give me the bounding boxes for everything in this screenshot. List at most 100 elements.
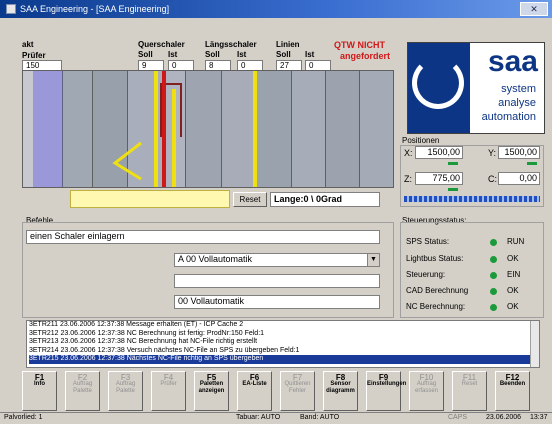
warning-line1: QTW NICHT [334,40,385,50]
querschaler-label: Querschaler [138,40,185,49]
fkey-f9[interactable]: F9 Einstellungen [366,371,406,411]
y-label: Y: [488,148,497,158]
quer-soll-label: Soll [138,50,153,59]
y-indicator [527,162,537,165]
fkey-label: Auftrag erfassen [414,381,438,394]
yellow-rail-left [172,89,176,187]
log-line: 3ETR211 23.06.2006 12:37:38 Message erha… [29,321,244,328]
mode-select-value: A 00 Vollautomatik [178,254,253,264]
status-row-cad: CAD Berechnung OK [406,286,519,295]
statusbar-time: 13:37 [530,414,548,421]
triangle-marker-icon [112,141,142,181]
fkey-f8[interactable]: F8 Sensor diagramm [323,371,358,411]
fkey-f7[interactable]: F7 Quittieren Fehler [280,371,315,411]
status-bar: Palvorlied: 1 Tabuar: AUTO Band: AUTO CA… [0,412,552,424]
fkey-label: Reset [461,381,478,387]
log-line: 3ETR215 23.06.2006 12:37:38 Nächstes NC-… [29,355,539,364]
z-position: 775,00 [415,172,463,185]
fkey-f1[interactable]: F1 Info [22,371,57,411]
mode-select[interactable]: A 00 Vollautomatik ▼ [174,253,380,267]
machine-view [22,70,394,188]
statusbar-date: 23.06.2006 [486,414,522,421]
status-row-lightbus: Lightbus Status: OK [406,254,519,263]
chevron-down-icon[interactable]: ▼ [367,254,379,266]
x-label: X: [404,148,413,158]
fkey-label: Sensor diagramm [326,381,355,394]
laengsschaler-label: Längsschaler [205,40,257,49]
log-line: 3ETR213 23.06.2006 12:37:38 NC Berechnun… [29,338,258,345]
status-led-icon [490,272,497,279]
app-icon [6,4,16,14]
status-led-icon [490,304,497,311]
fkey-number: F6 [249,373,260,382]
log-line: 3ETR212 23.06.2006 12:37:38 NC Berechnun… [29,329,265,337]
c-position: 0,00 [498,172,540,185]
akt-label: akt [22,40,34,49]
red-rail [162,71,166,187]
fkey-label: Info [34,381,45,387]
y-position: 1500,00 [498,146,540,159]
x-position: 1500,00 [415,146,463,159]
position-progress [404,196,540,202]
fkey-label: Auftrag Palette [115,381,136,394]
pruefer-station [33,71,63,187]
pruefer-label: Prüfer [22,51,46,60]
fkey-f6[interactable]: F6 EA-Liste [237,371,272,411]
fkey-f4[interactable]: F4 Prüfer [151,371,186,411]
reset-button[interactable]: Reset [233,192,267,207]
linien-soll-label: Soll [276,50,291,59]
logo-line2: analyse [498,97,536,109]
length-display: Lange:0 \ 0Grad [270,192,380,207]
command-input[interactable]: einen Schaler einlagern [26,230,380,244]
statusbar-caps: CAPS [448,414,468,421]
quer-ist-label: Ist [168,50,178,59]
fkey-f11[interactable]: F11 Reset [452,371,487,411]
fkey-number: F9 [378,373,389,382]
fkey-label: Auftrag Palette [72,381,93,394]
mode-text: 00 Vollautomatik [174,295,380,309]
linien-label: Linien [276,40,300,49]
status-led-icon [490,239,497,246]
fkey-f3[interactable]: F3 Auftrag Palette [108,371,143,411]
fkey-number: F4 [163,373,174,382]
fkey-number: F2 [77,373,88,382]
yellow-track [70,190,230,208]
log-line: 3ETR214 23.06.2006 12:37:38 Versuch näch… [29,346,300,354]
statusbar-tabuar: Tabuar: AUTO [236,414,281,421]
fkey-f2[interactable]: F2 Auftrag Palette [65,371,100,411]
yellow-rail-2 [253,71,257,187]
c-label: C: [488,174,497,184]
z-indicator [448,188,458,191]
message-log[interactable]: 3ETR211 23.06.2006 12:37:38 Message erha… [26,320,540,368]
yellow-rail-1 [154,71,158,187]
warning-line2: angefordert [340,51,391,61]
close-button[interactable]: ✕ [520,2,548,16]
fkey-number: F7 [292,373,303,382]
fkey-number: F3 [120,373,131,382]
laengs-soll-label: Soll [205,50,220,59]
fkey-f5[interactable]: F5 Paletten anzeigen [194,371,229,411]
mode-secondary-field[interactable] [174,274,380,288]
status-row-sps: SPS Status: RUN [406,237,525,246]
x-indicator [448,162,458,165]
fkey-number: F12 [505,373,520,382]
fkey-number: F5 [206,373,217,382]
fkey-label: Prüfer [160,381,177,387]
fkey-number: F1 [34,373,45,382]
log-scrollbar[interactable] [530,321,539,367]
status-row-nc: NC Berechnung: OK [406,302,519,311]
fkey-f10[interactable]: F10 Auftrag erfassen [409,371,444,411]
window-title: SAA Engineering - [SAA Engineering] [20,4,170,14]
status-row-steuerung: Steuerung: EIN [406,270,521,279]
statusbar-left: Palvorlied: 1 [4,414,43,421]
fkey-number: F11 [462,373,477,382]
title-bar: SAA Engineering - [SAA Engineering] ✕ [0,0,552,18]
laengs-ist-label: Ist [237,50,247,59]
fkey-label: Beenden [499,381,526,387]
saa-logo: saa system analyse automation [407,42,545,134]
z-label: Z: [404,174,412,184]
fkey-label: Quittieren Fehler [284,381,311,394]
fkey-label: EA-Liste [242,381,267,387]
fkey-f12[interactable]: F12 Beenden [495,371,530,411]
logo-line3: automation [481,111,536,123]
